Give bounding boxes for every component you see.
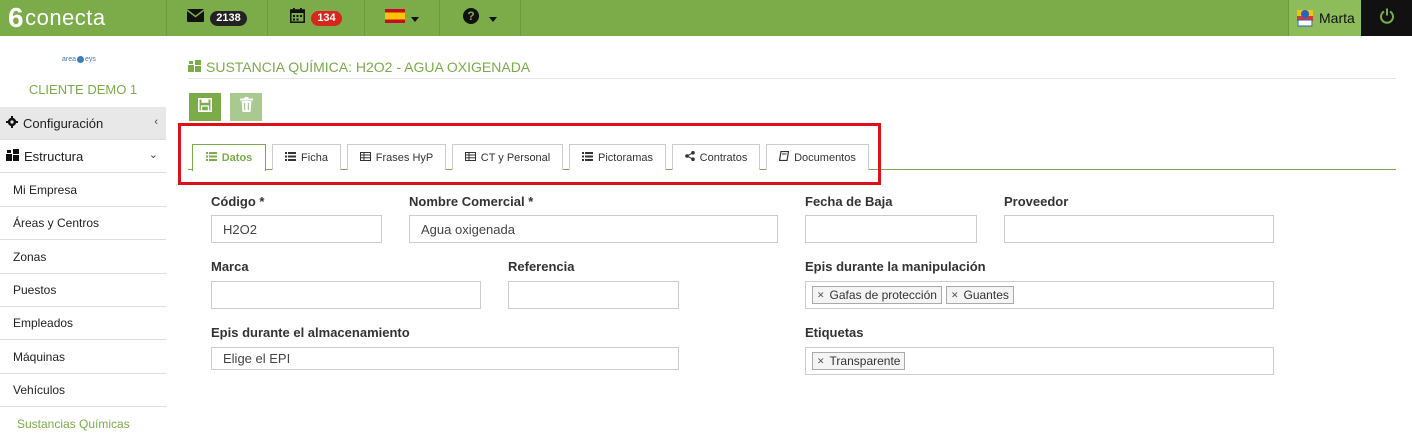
power-icon	[1379, 8, 1395, 29]
sidebar-item-areas-centros[interactable]: Áreas y Centros	[0, 207, 166, 240]
client-logo-text-left: area	[62, 56, 77, 63]
top-bar: 6 conecta 2138 134 ? Marta	[0, 0, 1412, 36]
tag-label: Gafas de protección	[829, 288, 937, 302]
fecha-baja-label: Fecha de Baja	[805, 194, 893, 209]
page-title-text: SUSTANCIA QUÍMICA: H2O2 - AGUA OXIGENADA	[206, 59, 531, 75]
mail-count-badge: 2138	[210, 10, 247, 26]
tag-guantes[interactable]: ✕ Guantes	[945, 286, 1014, 304]
title-divider	[188, 78, 1396, 79]
logo-text: conecta	[25, 5, 106, 30]
globe-icon	[77, 56, 85, 63]
marca-label: Marca	[211, 259, 249, 274]
proveedor-label: Proveedor	[1004, 194, 1069, 209]
tag-transparente[interactable]: ✕ Transparente	[812, 352, 906, 370]
etiquetas-label: Etiquetas	[805, 325, 864, 340]
logout-button[interactable]	[1361, 0, 1412, 36]
sidebar-item-puestos[interactable]: Puestos	[0, 274, 166, 307]
delete-button[interactable]	[230, 93, 262, 121]
user-menu[interactable]: Marta	[1288, 0, 1361, 36]
client-name: CLIENTE DEMO 1	[28, 82, 138, 97]
sidebar-item-empleados[interactable]: Empleados	[0, 307, 166, 340]
svg-text:?: ?	[467, 9, 474, 23]
page-title: SUSTANCIA QUÍMICA: H2O2 - AGUA OXIGENADA	[188, 59, 530, 75]
referencia-input[interactable]	[508, 281, 679, 309]
tag-gafas[interactable]: ✕ Gafas de protección	[812, 286, 942, 304]
nombre-comercial-input[interactable]: Agua oxigenada	[409, 215, 778, 243]
proveedor-input[interactable]	[1004, 215, 1274, 243]
calendar-count-badge: 134	[311, 10, 342, 26]
sidebar-item-mi-empresa[interactable]: Mi Empresa	[0, 174, 166, 207]
chevron-down-icon: ⌄	[148, 149, 158, 161]
spain-flag-icon	[385, 8, 405, 28]
remove-tag-icon[interactable]: ✕	[951, 290, 959, 301]
structure-icon	[6, 148, 19, 164]
user-avatar-icon	[1295, 8, 1315, 28]
user-name: Marta	[1319, 10, 1355, 26]
sidebar-item-vehiculos[interactable]: Vehículos	[0, 374, 166, 407]
mail-icon	[186, 9, 205, 27]
tag-label: Transparente	[829, 354, 901, 368]
chevron-left-icon: ‹	[154, 116, 158, 128]
epis-manipulacion-label: Epis durante la manipulación	[805, 259, 986, 274]
sidebar-item-estructura[interactable]: Estructura ⌄	[0, 140, 166, 173]
sidebar-item-label: Estructura	[24, 148, 84, 164]
help-icon: ?	[463, 7, 479, 29]
highlight-box	[178, 123, 881, 185]
marca-input[interactable]	[211, 281, 481, 309]
chevron-down-icon	[489, 9, 497, 27]
help-dropdown[interactable]: ?	[439, 0, 521, 36]
trash-icon	[239, 97, 253, 117]
epis-almacenamiento-select[interactable]: Elige el EPI	[211, 347, 679, 370]
codigo-input[interactable]: H2O2	[211, 215, 382, 243]
nombre-comercial-label: Nombre Comercial *	[409, 194, 534, 209]
save-button[interactable]	[189, 93, 221, 121]
etiquetas-select[interactable]: ✕ Transparente	[805, 347, 1274, 375]
tag-label: Guantes	[963, 288, 1009, 302]
calendar-button[interactable]: 134	[267, 0, 364, 36]
remove-tag-icon[interactable]: ✕	[817, 356, 825, 367]
mail-button[interactable]: 2138	[166, 0, 267, 36]
save-icon	[198, 97, 212, 117]
sidebar-item-label: Configuración	[23, 115, 104, 131]
sidebar-item-sustancias-quimicas[interactable]: Sustancias Químicas	[0, 407, 166, 440]
gear-icon	[6, 115, 18, 131]
remove-tag-icon[interactable]: ✕	[817, 290, 825, 301]
referencia-label: Referencia	[508, 259, 575, 274]
language-dropdown[interactable]	[364, 0, 439, 36]
app-logo[interactable]: 6 conecta	[8, 2, 106, 33]
sidebar-item-zonas[interactable]: Zonas	[0, 241, 166, 274]
client-logo-text-right: eys	[85, 56, 96, 63]
codigo-label: Código *	[211, 194, 265, 209]
sidebar-item-configuracion[interactable]: Configuración ‹	[0, 107, 166, 140]
epis-almacenamiento-label: Epis durante el almacenamiento	[211, 325, 410, 340]
sidebar: area eys CLIENTE DEMO 1 Configuración ‹ …	[0, 36, 166, 440]
fecha-baja-input[interactable]	[805, 215, 977, 243]
chevron-down-icon	[411, 9, 419, 27]
structure-icon	[188, 59, 201, 75]
client-logo: area eys	[62, 56, 96, 63]
epis-manipulacion-select[interactable]: ✕ Gafas de protección ✕ Guantes	[805, 281, 1274, 309]
calendar-icon	[290, 8, 306, 28]
sidebar-item-maquinas[interactable]: Máquinas	[0, 341, 166, 374]
logo-mark: 6	[8, 2, 25, 33]
